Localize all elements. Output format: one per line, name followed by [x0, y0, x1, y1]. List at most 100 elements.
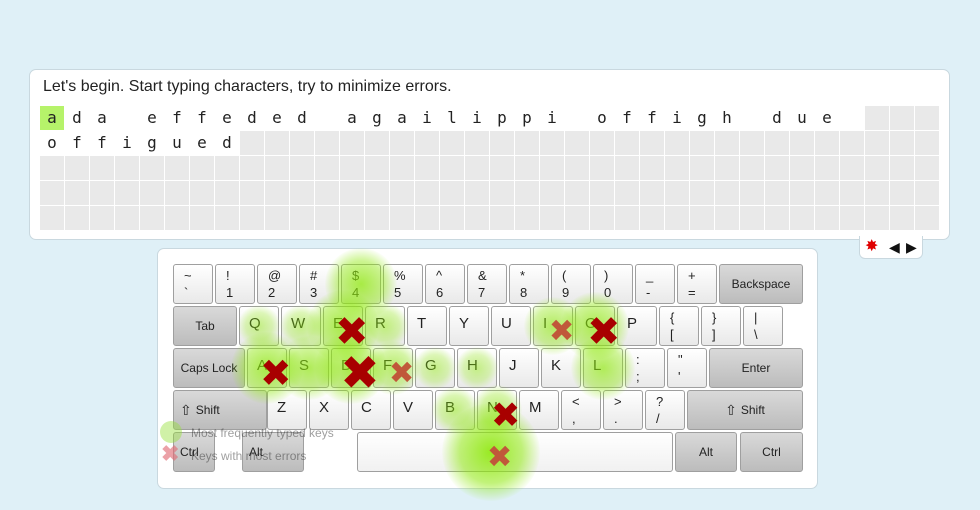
key-o[interactable]: O: [575, 306, 615, 346]
key-4[interactable]: $4: [341, 264, 381, 304]
key-][interactable]: }]: [701, 306, 741, 346]
key-;[interactable]: :;: [625, 348, 665, 388]
key-n[interactable]: N: [477, 390, 517, 430]
key-`[interactable]: ~ `: [173, 264, 213, 304]
key-l[interactable]: L: [583, 348, 623, 388]
key-0[interactable]: ) 0: [593, 264, 633, 304]
key-g[interactable]: G: [415, 348, 455, 388]
base-char: =: [688, 285, 696, 300]
triangle-left-icon[interactable]: ◀: [889, 238, 900, 256]
key-s[interactable]: S: [289, 348, 329, 388]
key-=[interactable]: + =: [677, 264, 717, 304]
empty-cell: [915, 156, 939, 180]
empty-cell: [415, 181, 439, 205]
error-x-icon: ✖: [161, 441, 180, 466]
text-char-cell: f: [615, 106, 639, 130]
shift-right-key-label: Shift: [740, 403, 765, 417]
key-h[interactable]: H: [457, 348, 497, 388]
shift-char: (: [562, 268, 567, 283]
space-key[interactable]: [357, 432, 673, 472]
empty-cell: [665, 206, 689, 230]
key-m[interactable]: M: [519, 390, 559, 430]
base-char: 4: [352, 285, 360, 300]
empty-cell: [290, 131, 314, 155]
key-v[interactable]: V: [393, 390, 433, 430]
key-/[interactable]: ? /: [645, 390, 685, 430]
empty-cell: [865, 106, 889, 130]
empty-cell: [290, 156, 314, 180]
empty-cell: [790, 206, 814, 230]
gear-icon[interactable]: ✸: [865, 238, 878, 256]
empty-cell: [890, 181, 914, 205]
backspace-key[interactable]: Backspace: [719, 264, 803, 304]
empty-cell: [465, 131, 489, 155]
key-'[interactable]: " ': [667, 348, 707, 388]
text-char-cell: i: [540, 106, 564, 130]
shift-char: @: [268, 268, 282, 283]
shift-char: #: [310, 268, 318, 283]
key-q[interactable]: Q: [239, 306, 279, 346]
key-j[interactable]: J: [499, 348, 539, 388]
empty-cell: [240, 131, 264, 155]
key-p[interactable]: P: [617, 306, 657, 346]
base-char: 8: [520, 285, 528, 300]
empty-cell: [765, 131, 789, 155]
enter-key[interactable]: Enter: [709, 348, 803, 388]
text-char-cell: f: [640, 106, 664, 130]
base-char: ,: [572, 411, 576, 426]
shift-char: ?: [656, 394, 664, 409]
key-u[interactable]: U: [491, 306, 531, 346]
key-9[interactable]: (9: [551, 264, 591, 304]
ctrl-right-key[interactable]: Ctrl: [740, 432, 803, 472]
key-c[interactable]: C: [351, 390, 391, 430]
empty-cell: [840, 156, 864, 180]
key-f[interactable]: F: [373, 348, 413, 388]
shift-char: {: [670, 310, 675, 325]
key-[[interactable]: {[: [659, 306, 699, 346]
key-letter: K: [551, 357, 562, 374]
shift-arrow-icon: ⇧: [180, 401, 192, 418]
key-a[interactable]: A: [247, 348, 287, 388]
key-k[interactable]: K: [541, 348, 581, 388]
shift-char: ): [604, 268, 609, 283]
tab-key[interactable]: Tab: [173, 306, 237, 346]
key-i[interactable]: I: [533, 306, 573, 346]
alt-right-key[interactable]: Alt: [675, 432, 737, 472]
empty-cell: [265, 206, 289, 230]
key-t[interactable]: T: [407, 306, 447, 346]
key-3[interactable]: #3: [299, 264, 339, 304]
key-7[interactable]: & 7: [467, 264, 507, 304]
key--[interactable]: _ -: [635, 264, 675, 304]
key-.[interactable]: >.: [603, 390, 643, 430]
key-5[interactable]: % 5: [383, 264, 423, 304]
key-b[interactable]: B: [435, 390, 475, 430]
key-letter: N: [487, 399, 498, 416]
key-y[interactable]: Y: [449, 306, 489, 346]
key-6[interactable]: ^ 6: [425, 264, 465, 304]
shift-char: <: [572, 394, 580, 409]
empty-cell: [365, 131, 389, 155]
empty-cell: [865, 131, 889, 155]
triangle-right-icon[interactable]: ▶: [906, 238, 917, 256]
key-w[interactable]: W: [281, 306, 321, 346]
empty-cell: [140, 206, 164, 230]
key-\[interactable]: | \: [743, 306, 783, 346]
key-8[interactable]: * 8: [509, 264, 549, 304]
key-d[interactable]: D: [331, 348, 371, 388]
key-e[interactable]: E: [323, 306, 363, 346]
shift-right-key[interactable]: ⇧ Shift: [687, 390, 803, 430]
empty-cell: [240, 206, 264, 230]
key-r[interactable]: R: [365, 306, 405, 346]
key-,[interactable]: <,: [561, 390, 601, 430]
empty-cell: [240, 156, 264, 180]
enter-key-label: Enter: [741, 361, 771, 375]
key-1[interactable]: ! 1: [215, 264, 255, 304]
empty-cell: [715, 206, 739, 230]
empty-cell: [340, 206, 364, 230]
caps-lock-key[interactable]: Caps Lock: [173, 348, 245, 388]
empty-cell: [640, 181, 664, 205]
key-2[interactable]: @2: [257, 264, 297, 304]
empty-cell: [440, 181, 464, 205]
empty-cell: [140, 156, 164, 180]
empty-cell: [740, 181, 764, 205]
